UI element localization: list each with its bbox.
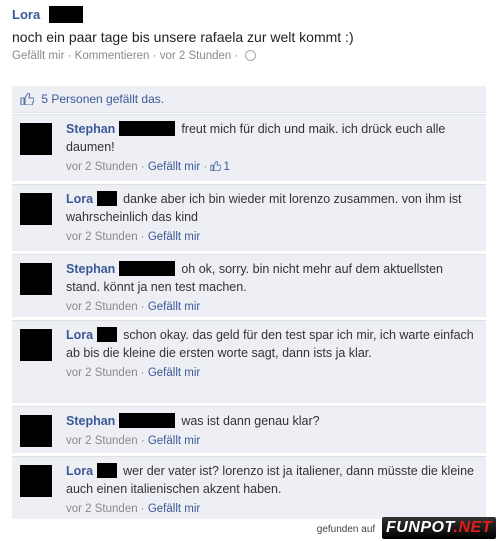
watermark-tld: .NET bbox=[453, 519, 492, 536]
separator: · bbox=[67, 50, 72, 62]
comment-author[interactable]: Stephan bbox=[66, 414, 115, 428]
thumbs-up-icon bbox=[210, 161, 222, 171]
censor-bar bbox=[97, 191, 118, 206]
post-time[interactable]: vor 2 Stunden bbox=[160, 50, 232, 62]
comment-text: wer der vater ist? lorenzo ist ja italie… bbox=[66, 464, 474, 496]
comment-meta: vor 2 Stunden · Gefällt mir bbox=[66, 301, 201, 313]
comment: Lora schon okay. das geld für den test sp… bbox=[12, 320, 486, 403]
avatar[interactable] bbox=[20, 193, 52, 225]
post-author[interactable]: Lora bbox=[12, 7, 40, 22]
comment-time[interactable]: vor 2 Stunden bbox=[66, 301, 138, 313]
post-message: noch ein paar tage bis unsere rafaela zu… bbox=[12, 29, 354, 45]
comment-meta: vor 2 Stunden · Gefällt mir · 1 bbox=[66, 161, 230, 173]
avatar[interactable] bbox=[20, 329, 52, 361]
separator: · bbox=[152, 50, 157, 62]
watermark-logo: FUNPOT.NET bbox=[381, 517, 496, 539]
comment-like-link[interactable]: Gefällt mir bbox=[148, 435, 200, 447]
comment-time[interactable]: vor 2 Stunden bbox=[66, 231, 138, 243]
comment-like-link[interactable]: Gefällt mir bbox=[148, 367, 200, 379]
comment-time[interactable]: vor 2 Stunden bbox=[66, 367, 138, 379]
comment-author[interactable]: Lora bbox=[66, 464, 93, 478]
comment: Stephan was ist dann genau klar? vor 2 St… bbox=[12, 406, 486, 453]
comment-time[interactable]: vor 2 Stunden bbox=[66, 435, 138, 447]
comment-author[interactable]: Stephan bbox=[66, 122, 115, 136]
comment-meta: vor 2 Stunden · Gefällt mir bbox=[66, 367, 201, 379]
censor-bar bbox=[119, 413, 176, 428]
comment: Stephan freut mich für dich und maik. ich… bbox=[12, 114, 486, 181]
likes-summary[interactable]: 5 Personen gefällt das. bbox=[12, 86, 486, 113]
comment-like-link[interactable]: Gefällt mir bbox=[148, 301, 200, 313]
watermark-brand: FUNPOT bbox=[385, 519, 454, 536]
comment-like-link[interactable]: Gefällt mir bbox=[148, 161, 200, 173]
comment-like-link[interactable]: Gefällt mir bbox=[148, 231, 200, 243]
comment: Lora danke aber ich bin wieder mit lorenz… bbox=[12, 184, 486, 251]
globe-icon bbox=[244, 50, 256, 62]
censor-bar bbox=[119, 261, 176, 276]
status-post: Lora noch ein paar tage bis unsere rafae… bbox=[12, 6, 492, 62]
separator: · bbox=[234, 50, 239, 62]
censor-bar bbox=[97, 327, 118, 342]
likes-text: 5 Personen gefällt das. bbox=[41, 92, 165, 106]
comment-author[interactable]: Stephan bbox=[66, 262, 115, 276]
comment-like-count[interactable]: 1 bbox=[223, 161, 229, 173]
post-meta: Gefällt mir · Kommentieren · vor 2 Stund… bbox=[12, 50, 492, 62]
avatar[interactable] bbox=[20, 123, 52, 155]
comment-link[interactable]: Kommentieren bbox=[75, 50, 150, 62]
censor-bar bbox=[119, 121, 176, 136]
comment: Stephan oh ok, sorry. bin nicht mehr auf … bbox=[12, 254, 486, 317]
avatar[interactable] bbox=[20, 263, 52, 295]
comment-text: danke aber ich bin wieder mit lorenzo zu… bbox=[66, 192, 462, 224]
avatar[interactable] bbox=[20, 415, 52, 447]
thumbs-up-icon bbox=[20, 93, 34, 105]
comment-meta: vor 2 Stunden · Gefällt mir bbox=[66, 231, 201, 243]
censor-bar bbox=[48, 6, 83, 24]
censor-bar bbox=[97, 463, 118, 478]
like-link[interactable]: Gefällt mir bbox=[12, 50, 64, 62]
comment-text: was ist dann genau klar? bbox=[181, 414, 320, 428]
comment-author[interactable]: Lora bbox=[66, 192, 93, 206]
comment: Lora wer der vater ist? lorenzo ist ja it… bbox=[12, 456, 486, 519]
comment-time[interactable]: vor 2 Stunden bbox=[66, 161, 138, 173]
comment-like-link[interactable]: Gefällt mir bbox=[148, 503, 200, 515]
comment-meta: vor 2 Stunden · Gefällt mir bbox=[66, 503, 201, 515]
comment-author[interactable]: Lora bbox=[66, 328, 93, 342]
comment-text: schon okay. das geld für den test spar i… bbox=[66, 328, 474, 360]
watermark: gefunden auf FUNPOT.NET bbox=[317, 517, 496, 539]
comment-meta: vor 2 Stunden · Gefällt mir bbox=[66, 435, 201, 447]
watermark-label: gefunden auf bbox=[316, 524, 376, 535]
avatar[interactable] bbox=[20, 465, 52, 497]
comment-time[interactable]: vor 2 Stunden bbox=[66, 503, 138, 515]
